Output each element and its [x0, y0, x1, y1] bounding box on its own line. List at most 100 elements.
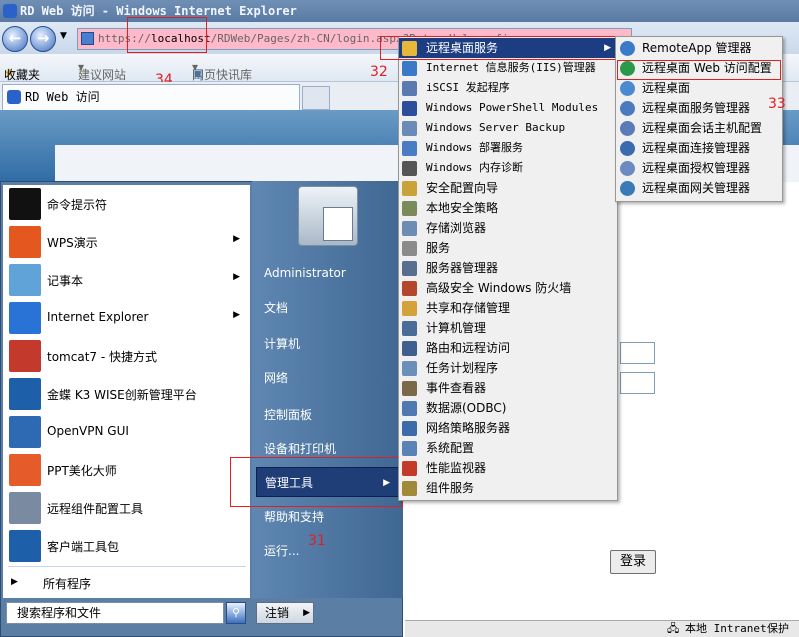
search-input[interactable]: 搜索程序和文件 [6, 602, 224, 624]
admin-tool-label: 任务计划程序 [426, 361, 499, 375]
rds-tool-label: RemoteApp 管理器 [642, 41, 752, 55]
admin-tool-item[interactable]: Windows Server Backup [399, 118, 617, 138]
suggested-sites-link[interactable]: ☆ 建议网站 ▾ [78, 60, 126, 82]
rds-tool-item[interactable]: 远程桌面会话主机配置 [616, 118, 782, 138]
admin-tool-label: 组件服务 [426, 481, 475, 495]
program-item[interactable]: WPS演示 ▶ [3, 223, 250, 261]
program-item[interactable]: tomcat7 - 快捷方式 [3, 337, 250, 375]
start-place-item[interactable]: 网络 [256, 363, 401, 393]
admin-tool-label: 性能监视器 [426, 461, 487, 475]
forward-button[interactable]: → [30, 26, 56, 52]
admin-tool-label: 系统配置 [426, 441, 475, 455]
page-icon [81, 32, 94, 45]
web-slice-link[interactable]: ▣ 网页快讯库 ▾ [192, 60, 252, 82]
rds-tool-item[interactable]: 远程桌面连接管理器 [616, 138, 782, 158]
back-button[interactable]: ← [2, 26, 28, 52]
admin-tool-item[interactable]: 事件查看器 [399, 378, 617, 398]
powershell-icon [402, 101, 417, 116]
login-button[interactable]: 登录 [610, 550, 656, 574]
rds-tool-label: 远程桌面网关管理器 [642, 181, 751, 195]
program-label: Internet Explorer [47, 310, 149, 324]
admin-tool-item[interactable]: 存储浏览器 [399, 218, 617, 238]
all-programs-button[interactable]: ▶ 所有程序 [3, 568, 250, 598]
start-place-item[interactable]: 文档 [256, 293, 401, 323]
computer-mgmt-icon [402, 321, 417, 336]
rds-tool-item[interactable]: 远程桌面 [616, 78, 782, 98]
program-item[interactable]: 命令提示符 [3, 185, 250, 223]
program-item[interactable]: 远程组件配置工具 [3, 489, 250, 527]
admin-tool-item[interactable]: 安全配置向导 [399, 178, 617, 198]
program-label: 客户端工具包 [47, 540, 120, 554]
ie-icon [7, 90, 21, 104]
admin-tool-item[interactable]: 数据源(ODBC) [399, 398, 617, 418]
rds-tool-item[interactable]: RemoteApp 管理器 [616, 38, 782, 58]
triangle-right-icon[interactable]: ▶ [303, 603, 310, 623]
logout-label: 注销 [265, 606, 290, 620]
admin-tool-item[interactable]: Internet 信息服务(IIS)管理器 [399, 58, 617, 78]
admin-tool-label: Internet 信息服务(IIS)管理器 [426, 61, 596, 74]
logout-button[interactable]: 注销 ▶ [256, 602, 314, 624]
start-place-item[interactable]: 控制面板 [256, 400, 401, 430]
admin-tool-label: 高级安全 Windows 防火墙 [426, 281, 572, 295]
tab-rd-web[interactable]: RD Web 访问 [2, 84, 300, 110]
admin-tool-label: iSCSI 发起程序 [426, 81, 510, 94]
web-slice-label: 网页快讯库 [192, 68, 253, 82]
admin-tool-item[interactable]: Windows 内存诊断 [399, 158, 617, 178]
rds-tool-label: 远程桌面会话主机配置 [642, 121, 763, 135]
admin-tool-item[interactable]: 网络策略服务器 [399, 418, 617, 438]
zone-icon: 🖧 [667, 622, 680, 635]
localhost-highlight [127, 17, 207, 53]
admin-tool-item[interactable]: Windows 部署服务 [399, 138, 617, 158]
admin-tool-label: 共享和存储管理 [426, 301, 511, 315]
favorites-label: 收藏夹 [4, 68, 41, 82]
admin-tool-item[interactable]: 本地安全策略 [399, 198, 617, 218]
window-title: RD Web 访问 - Windows Internet Explorer [20, 4, 297, 18]
program-label: WPS演示 [47, 236, 98, 250]
admin-tool-item[interactable]: 服务 [399, 238, 617, 258]
rds-tool-item[interactable]: 远程桌面网关管理器 [616, 178, 782, 198]
search-icon[interactable]: ⚲ [226, 602, 246, 624]
admin-tool-item[interactable]: Windows PowerShell Modules [399, 98, 617, 118]
rds-tool-item[interactable]: 远程桌面授权管理器 [616, 158, 782, 178]
status-mode: 保护 [767, 622, 789, 635]
admin-tool-item[interactable]: 路由和远程访问 [399, 338, 617, 358]
program-item[interactable]: 记事本 ▶ [3, 261, 250, 299]
backup-icon [402, 121, 417, 136]
triangle-right-icon: ▶ [233, 234, 240, 244]
admin-tool-item[interactable]: 任务计划程序 [399, 358, 617, 378]
admin-tool-item[interactable]: 组件服务 [399, 478, 617, 498]
program-item[interactable]: OpenVPN GUI [3, 413, 250, 451]
iscsi-icon [402, 81, 417, 96]
admin-tool-item[interactable]: 高级安全 Windows 防火墙 [399, 278, 617, 298]
password-input[interactable] [620, 372, 655, 394]
admin-tool-item[interactable]: iSCSI 发起程序 [399, 78, 617, 98]
admin-tool-item[interactable]: 系统配置 [399, 438, 617, 458]
remoteapp-icon [620, 41, 635, 56]
start-place-item[interactable]: 运行... [256, 536, 401, 566]
tab-title: RD Web 访问 [25, 90, 100, 104]
event-viewer-icon [402, 381, 417, 396]
username-input[interactable] [620, 342, 655, 364]
program-item[interactable]: PPT美化大师 [3, 451, 250, 489]
program-item[interactable]: 金蝶 K3 WISE创新管理平台 [3, 375, 250, 413]
admin-tool-item[interactable]: 性能监视器 [399, 458, 617, 478]
admin-tool-item[interactable]: 服务器管理器 [399, 258, 617, 278]
program-label: tomcat7 - 快捷方式 [47, 350, 157, 364]
start-place-item[interactable]: 计算机 [256, 329, 401, 359]
component-icon [402, 481, 417, 496]
rds-tool-item[interactable]: 远程桌面服务管理器 [616, 98, 782, 118]
start-place-item[interactable]: Administrator [256, 258, 401, 288]
admin-tool-label: 本地安全策略 [426, 201, 499, 215]
all-programs-label: 所有程序 [43, 577, 92, 591]
admin-tool-item[interactable]: 共享和存储管理 [399, 298, 617, 318]
triangle-right-icon: ▶ [233, 272, 240, 282]
program-label: 远程组件配置工具 [47, 502, 144, 516]
admin-tool-label: Windows 内存诊断 [426, 161, 523, 174]
admin-tool-label: 事件查看器 [426, 381, 487, 395]
new-tab-button[interactable] [302, 86, 330, 110]
program-item[interactable]: Internet Explorer ▶ [3, 299, 250, 337]
admin-tool-item[interactable]: 计算机管理 [399, 318, 617, 338]
chevron-down-icon[interactable]: ▼ [60, 31, 67, 41]
program-item[interactable]: 客户端工具包 [3, 527, 250, 565]
share-icon [402, 301, 417, 316]
